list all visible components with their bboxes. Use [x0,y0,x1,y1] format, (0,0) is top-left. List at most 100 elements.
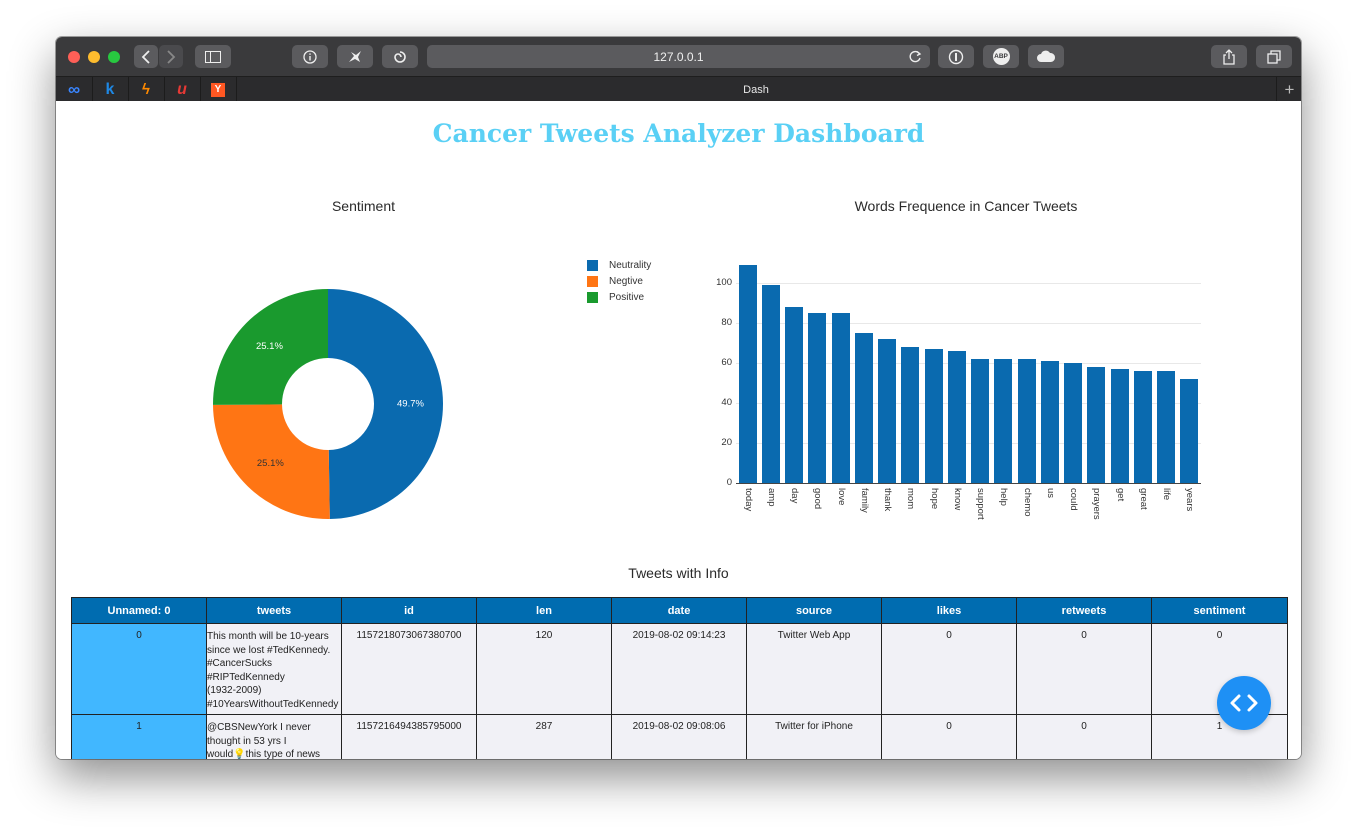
bar-family[interactable] [854,333,873,483]
favorite-ycombinator[interactable]: Y [200,77,237,102]
table-row: 0 This month will be 10-years since we l… [71,623,1288,715]
bar-mom[interactable] [901,347,920,483]
cell-unnamed[interactable]: 1 [71,714,207,759]
column-header-likes[interactable]: likes [881,597,1017,624]
cell-likes[interactable]: 0 [881,714,1017,759]
bar-today[interactable] [738,265,757,483]
bar-great[interactable] [1133,371,1152,483]
bar-get[interactable] [1110,369,1129,483]
cell-id[interactable]: 1157216494385795000 [341,714,477,759]
column-header-source[interactable]: source [746,597,882,624]
bar-thank[interactable] [878,339,897,483]
favorite-infinity[interactable]: ∞ [56,77,93,102]
minimize-window-button[interactable] [88,51,100,63]
bar-support[interactable] [971,359,990,483]
tweet-line: @CBSNewYork I never [207,722,311,733]
column-header-tweets[interactable]: tweets [206,597,342,624]
column-header-date[interactable]: date [611,597,747,624]
bar-could[interactable] [1064,363,1083,483]
sidebar-button[interactable] [195,45,231,68]
words-bar-chart[interactable]: 0 20 40 60 80 100 today amp day good love family tha… [56,101,1301,561]
bar-love[interactable] [831,313,850,483]
bar-hope[interactable] [924,349,943,483]
tweet-line: (1932-2009) [207,685,262,696]
dash-debug-button[interactable] [1217,676,1271,730]
x-axis-line [736,483,1201,484]
cell-unnamed[interactable]: 0 [71,623,207,715]
x-tick-label: great [1137,488,1149,510]
bar-day[interactable] [785,307,804,483]
bar-know[interactable] [947,351,966,483]
tab-dash[interactable]: Dash [236,77,1276,102]
favorite-k[interactable]: k [92,77,129,102]
back-button[interactable] [134,45,158,68]
bar-amp[interactable] [761,285,780,483]
cell-id[interactable]: 1157218073067380700 [341,623,477,715]
y-tick-label: 60 [721,357,732,368]
cell-len[interactable]: 120 [476,623,612,715]
cloud-icon [1037,50,1056,62]
cell-date[interactable]: 2019-08-02 09:14:23 [611,623,747,715]
x-tick-label: help [998,488,1010,506]
gridline [736,363,1201,364]
x-tick-label: years [1184,488,1196,512]
share-button[interactable] [1211,45,1247,68]
bar-good[interactable] [808,313,827,483]
forward-button[interactable] [159,45,183,68]
adblock-button[interactable]: ABP [983,45,1019,68]
bar-us[interactable] [1040,361,1059,483]
zoom-window-button[interactable] [108,51,120,63]
x-tick-label: love [835,488,847,506]
cell-tweet[interactable]: @CBSNewYork I never thought in 53 yrs I … [206,714,342,759]
close-window-button[interactable] [68,51,80,63]
new-tab-button[interactable]: + [1276,77,1301,102]
column-header-len[interactable]: len [476,597,612,624]
column-header-retweets[interactable]: retweets [1016,597,1152,624]
plus-icon: + [1284,79,1295,99]
bird-extension-button[interactable] [337,45,373,68]
forward-icon [167,49,176,64]
cell-retweets[interactable]: 0 [1016,714,1152,759]
reload-icon[interactable] [909,50,922,63]
swirl-extension-button[interactable] [382,45,418,68]
cell-likes[interactable]: 0 [881,623,1017,715]
x-tick-label: could [1068,488,1080,511]
tweet-line: #CancerSucks [207,658,273,669]
bar-life[interactable] [1157,371,1176,483]
tweet-line: since we lost #TedKennedy. [207,644,331,656]
column-header-unnamed[interactable]: Unnamed: 0 [71,597,207,624]
bird-extension-icon [349,50,361,62]
address-bar[interactable]: 127.0.0.1 [427,45,930,68]
bar-help[interactable] [994,359,1013,483]
column-header-sentiment[interactable]: sentiment [1151,597,1288,624]
tweet-line: thought in 53 yrs I [207,735,287,747]
cell-tweet[interactable]: This month will be 10-years since we los… [206,623,342,715]
onepassword-button[interactable] [938,45,974,68]
bar-chemo[interactable] [1017,359,1036,483]
ycombinator-favicon: Y [211,82,225,97]
lightning-favicon: ϟ [142,81,150,98]
x-tick-label: good [812,488,824,510]
cell-date[interactable]: 2019-08-02 09:08:06 [611,714,747,759]
cell-sentiment[interactable]: 1 [1151,714,1288,759]
cell-len[interactable]: 287 [476,714,612,759]
cell-source[interactable]: Twitter for iPhone [746,714,882,759]
column-header-id[interactable]: id [341,597,477,624]
tabs-overview-button[interactable] [1256,45,1292,68]
cell-retweets[interactable]: 0 [1016,623,1152,715]
info-button[interactable] [292,45,328,68]
cell-source[interactable]: Twitter Web App [746,623,882,715]
bar-years[interactable] [1180,379,1199,483]
favorite-lightning[interactable]: ϟ [128,77,165,102]
gridline [736,443,1201,444]
tweet-line: #RIPTedKennedy [207,671,285,683]
k-favicon: k [105,80,115,98]
x-tick-label: life [1161,488,1173,501]
x-tick-label: hope [928,488,940,510]
favorite-u[interactable]: u [164,77,201,102]
bar-prayers[interactable] [1087,367,1106,483]
gridline [736,283,1201,284]
table-title: Tweets with Info [628,565,729,581]
table-header-row: Unnamed: 0 tweets id len date source lik… [71,597,1288,624]
cloud-button[interactable] [1028,45,1064,68]
